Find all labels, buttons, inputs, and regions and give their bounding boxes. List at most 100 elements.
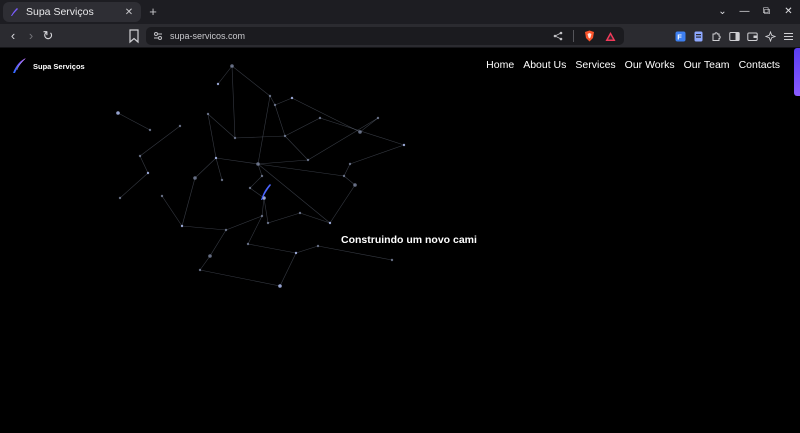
site-logo[interactable]: Supa Serviços (10, 57, 85, 75)
network-link (139, 125, 181, 157)
network-link (359, 117, 379, 133)
network-link (349, 144, 405, 165)
network-node (273, 103, 277, 107)
network-node (278, 284, 282, 288)
address-bar-actions (553, 30, 616, 42)
sidebar-toggle-icon[interactable] (728, 30, 740, 42)
network-link (307, 117, 379, 161)
network-node (180, 224, 184, 228)
tab-list-icon[interactable]: ⌄ (717, 4, 728, 20)
network-node (402, 143, 406, 147)
network-link (274, 97, 293, 106)
tab-close-icon[interactable]: ✕ (123, 7, 135, 18)
brave-rewards-icon[interactable] (605, 31, 616, 42)
feather-logo-icon (13, 58, 26, 73)
network-link (261, 197, 265, 217)
network-link (343, 175, 356, 186)
network-node (138, 154, 142, 158)
network-node (298, 211, 302, 215)
page-scrollbar-thumb[interactable] (794, 48, 800, 96)
network-link (319, 117, 405, 146)
nav-link-our-works[interactable]: Our Works (625, 59, 675, 71)
network-node (306, 158, 310, 162)
back-button[interactable]: ‹ (5, 27, 21, 45)
extensions-puzzle-icon[interactable] (710, 30, 722, 42)
restore-icon[interactable]: ⧉ (761, 4, 772, 20)
network-node (348, 162, 352, 166)
network-link (231, 65, 236, 139)
window-controls: ⌄ — ⧉ ✕ (717, 4, 794, 20)
network-link (263, 197, 269, 224)
menu-icon[interactable] (782, 30, 794, 42)
bookmark-icon[interactable] (128, 28, 140, 44)
minimize-icon[interactable]: — (739, 4, 750, 20)
site-settings-icon[interactable] (153, 31, 163, 41)
new-tab-button[interactable]: + (147, 3, 159, 21)
close-window-icon[interactable]: ✕ (783, 4, 794, 20)
extensions-area: F (674, 29, 794, 43)
site-navigation: Home About Us Services Our Works Our Tea… (486, 59, 780, 71)
network-link (194, 157, 217, 179)
wallet-icon[interactable] (746, 30, 758, 42)
network-link (217, 65, 233, 85)
network-link (161, 195, 183, 227)
network-link (343, 163, 351, 177)
network-link (284, 135, 309, 161)
network-link (247, 243, 297, 254)
network-node (178, 124, 182, 128)
network-node (148, 128, 152, 132)
network-node (246, 242, 250, 246)
divider (573, 30, 574, 42)
network-node (116, 111, 120, 115)
network-link (274, 104, 286, 137)
nav-link-our-team[interactable]: Our Team (684, 59, 730, 71)
network-node (260, 214, 264, 218)
network-link (215, 157, 259, 165)
network-node (328, 221, 332, 225)
network-link (117, 112, 151, 131)
network-link (267, 212, 301, 224)
site-favicon-icon (11, 8, 18, 16)
network-node (290, 96, 294, 100)
network-link (249, 187, 265, 199)
address-bar[interactable]: supa-servicos.com (146, 27, 624, 45)
extension-a-icon[interactable]: F (674, 30, 686, 42)
extension-b-icon[interactable] (692, 30, 704, 42)
network-link (225, 215, 263, 231)
network-node (214, 156, 218, 160)
network-node (208, 254, 212, 258)
site-logo-text: Supa Serviços (33, 61, 85, 71)
network-node (224, 228, 228, 232)
network-link (215, 157, 223, 181)
network-node (376, 116, 380, 120)
web-page: Supa Serviços Home About Us Services Our… (0, 48, 800, 433)
hero-headline: Construindo um novo cami (341, 234, 477, 246)
network-link (269, 95, 276, 106)
network-node (256, 162, 260, 166)
network-node (118, 196, 122, 200)
brave-shields-icon[interactable] (584, 30, 595, 42)
tab-supa-servicos[interactable]: Supa Serviços ✕ (3, 2, 141, 22)
network-link (139, 155, 149, 174)
network-feather-mark (261, 184, 271, 200)
network-node (260, 174, 264, 178)
network-node (283, 134, 287, 138)
network-node (390, 258, 394, 262)
network-link (257, 159, 309, 165)
leo-ai-icon[interactable] (764, 30, 776, 42)
browser-toolbar: ‹ › ↻ supa-servicos.com F (0, 24, 800, 48)
nav-link-services[interactable]: Services (575, 59, 615, 71)
network-node (266, 221, 270, 225)
network-node (358, 130, 362, 134)
reload-button[interactable]: ↻ (40, 27, 56, 45)
share-icon[interactable] (553, 31, 563, 41)
network-node (268, 94, 272, 98)
forward-button[interactable]: › (23, 27, 39, 45)
network-link (181, 225, 227, 231)
network-node (206, 112, 210, 116)
nav-link-contacts[interactable]: Contacts (739, 59, 780, 71)
network-link (119, 172, 149, 199)
nav-link-about-us[interactable]: About Us (523, 59, 566, 71)
network-link (279, 252, 297, 287)
nav-link-home[interactable]: Home (486, 59, 514, 71)
